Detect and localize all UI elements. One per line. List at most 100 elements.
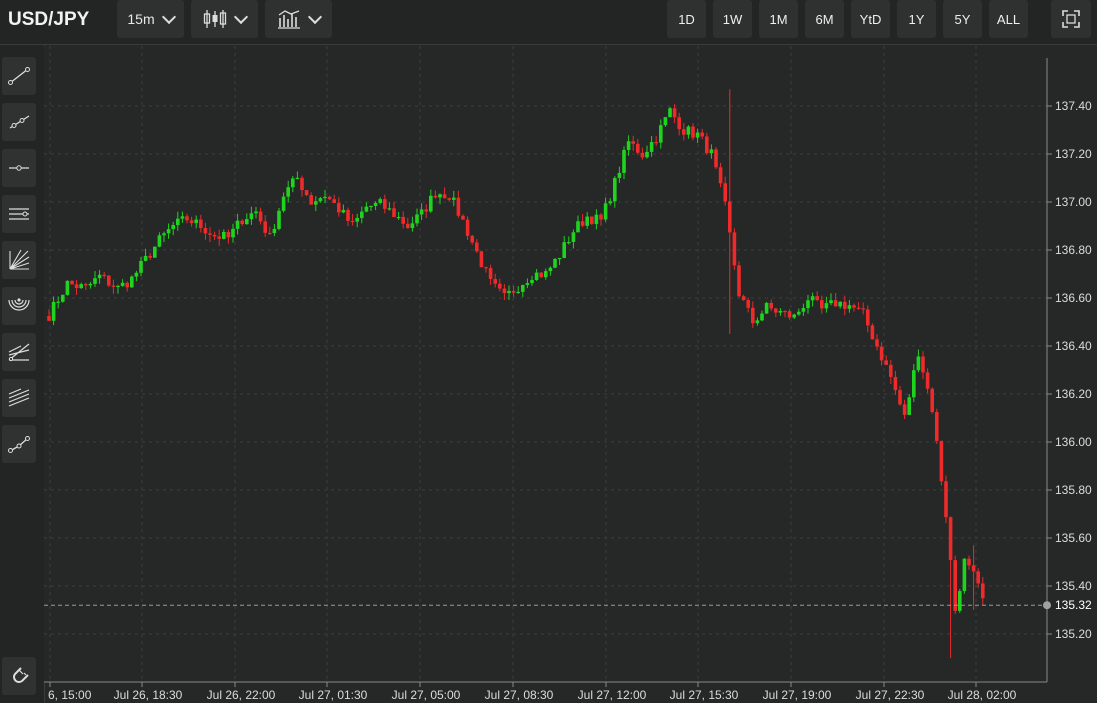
- candle-body: [502, 288, 507, 294]
- candle-body: [925, 372, 930, 389]
- candle-body: [360, 211, 364, 218]
- candle-body: [728, 201, 732, 233]
- candle-body: [93, 278, 97, 284]
- candle-body: [470, 235, 474, 243]
- candle-body: [442, 194, 447, 199]
- candle-body: [120, 282, 125, 286]
- candle-body: [70, 280, 74, 285]
- candle-body: [212, 234, 217, 237]
- candle-body: [452, 197, 456, 200]
- candle-body: [953, 560, 957, 611]
- candle-body: [231, 228, 235, 238]
- candle-body: [898, 390, 902, 405]
- x-tick-label: Jul 27, 05:00: [392, 688, 461, 702]
- candle-body: [286, 187, 290, 197]
- candle-body: [654, 142, 658, 144]
- candle-body: [51, 301, 56, 321]
- candle-body: [148, 255, 152, 258]
- candle-body: [419, 209, 424, 215]
- candle-body: [649, 142, 654, 152]
- candle-body: [737, 265, 741, 297]
- y-tick-label: 136.40: [1055, 339, 1092, 353]
- candle-body: [893, 376, 898, 391]
- candle-body: [622, 149, 626, 173]
- candle-body: [617, 172, 622, 178]
- candle-body: [111, 285, 116, 287]
- candle-body: [240, 220, 244, 225]
- candle-body: [534, 272, 539, 280]
- candle-body: [364, 206, 369, 212]
- candle-body: [277, 210, 281, 229]
- candle-body: [824, 303, 829, 309]
- candle-body: [415, 214, 419, 224]
- candle-body: [461, 215, 465, 220]
- candle-body: [208, 233, 212, 235]
- candle-body: [594, 214, 599, 224]
- candle-body: [488, 268, 493, 279]
- candle-body: [571, 232, 576, 242]
- candle-body: [429, 195, 433, 212]
- candle-body: [396, 216, 401, 219]
- candle-body: [958, 591, 962, 611]
- candle-body: [948, 517, 953, 561]
- candle-body: [134, 272, 139, 277]
- candle-body: [718, 167, 723, 184]
- candle-body: [222, 231, 226, 239]
- candle-body: [318, 198, 323, 202]
- candle-body: [884, 360, 888, 365]
- x-tick-label: Jul 27, 22:30: [856, 688, 925, 702]
- candle-body: [61, 294, 65, 302]
- candle-body: [636, 143, 640, 153]
- plot-area: [44, 46, 1047, 682]
- candle-body: [912, 370, 916, 398]
- candle-body: [553, 258, 557, 268]
- candle-body: [525, 283, 530, 286]
- candle-body: [626, 141, 631, 150]
- candle-body: [180, 216, 185, 219]
- candle-body: [249, 213, 254, 220]
- candle-body: [806, 300, 810, 309]
- candle-body: [810, 296, 815, 301]
- candle-body: [976, 571, 980, 584]
- candle-body: [677, 117, 681, 130]
- candle-body: [705, 136, 709, 154]
- candle-body: [907, 397, 911, 415]
- candle-body: [304, 190, 309, 196]
- candle-body: [300, 177, 304, 191]
- candle-body: [815, 296, 819, 301]
- candle-body: [608, 201, 612, 204]
- candle-body: [875, 339, 879, 347]
- candle-body: [691, 126, 695, 138]
- candle-body: [631, 141, 635, 144]
- candle-body: [291, 178, 295, 188]
- candle-body: [373, 202, 378, 206]
- candle-body: [410, 223, 415, 229]
- candle-body: [889, 364, 893, 377]
- candle-body: [203, 228, 208, 234]
- candle-body: [254, 211, 258, 214]
- candle-body: [935, 411, 939, 441]
- candle-body: [447, 198, 451, 200]
- candle-body: [493, 278, 497, 284]
- candle-body: [930, 388, 934, 412]
- price-chart[interactable]: 137.40 137.20 137.00 136.80 136.60 136.40 136.…: [0, 0, 1097, 703]
- candle-body: [585, 216, 589, 226]
- candle-body: [944, 481, 948, 518]
- last-price-marker: [1043, 601, 1051, 610]
- x-tick-label: Jul 27, 19:00: [763, 688, 832, 702]
- candle-body: [562, 242, 566, 258]
- candle-body: [433, 195, 438, 198]
- candle-body: [829, 300, 833, 304]
- candle-body: [65, 280, 70, 295]
- candle-body: [557, 257, 562, 260]
- candle-body: [709, 149, 714, 154]
- candle-body: [56, 301, 60, 303]
- candle-body: [746, 300, 750, 308]
- candle-body: [856, 307, 861, 309]
- candle-body: [967, 558, 971, 566]
- candle-body: [341, 209, 346, 213]
- candle-body: [797, 311, 801, 315]
- candle-body: [314, 201, 318, 205]
- candle-body: [189, 220, 194, 224]
- candle-body: [185, 216, 189, 221]
